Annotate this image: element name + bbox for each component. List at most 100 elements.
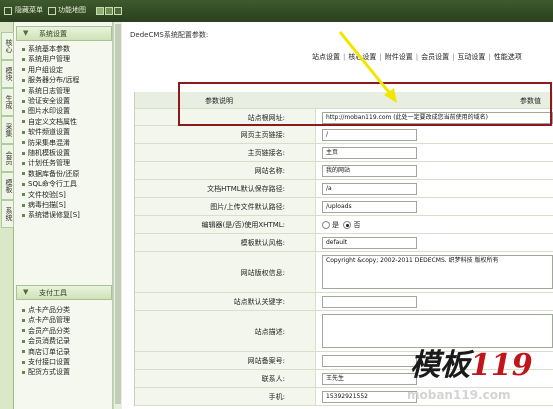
param-label: 主页链接名: [247,149,285,157]
bullet-icon [22,99,25,103]
payment-tools-header[interactable]: ▼ 支付工具 [16,285,112,300]
bullet-icon [22,172,25,176]
param-label: 站点默认关键字: [233,298,285,306]
menu-item[interactable]: 数据库备份/还原 [22,169,79,179]
settings-tab[interactable]: 核心设置 [348,53,376,61]
tab-separator: | [452,53,455,61]
menu-item[interactable]: 系统基本参数 [22,44,70,54]
param-label-cell: 联系人: [135,370,316,387]
menu-icon[interactable] [4,7,12,15]
param-input[interactable]: 我的网站 [322,165,417,177]
menu-item[interactable]: 系统错误修复[S] [22,210,80,220]
menu-item-label: 防采集串混淆 [28,138,70,147]
settings-tabs: 站点设置 | 核心设置 | 附件设置 | 会员设置 | 互动设置 | 性能选项 [312,52,522,62]
bullet-icon [22,78,25,82]
menu-item-label: 服务器分布/远程 [28,76,80,85]
menu-item-label: 图片水印设置 [28,107,70,116]
settings-tab[interactable]: 会员设置 [421,53,449,61]
menu-item[interactable]: 商店订单记录 [22,347,70,357]
tab-module[interactable]: 模块 [1,60,14,88]
tab-generate[interactable]: 生成 [1,88,14,116]
menu-item-label: 用户组设定 [28,65,63,74]
param-input[interactable]: 主页 [322,147,417,159]
menu-item[interactable]: 防采集串混淆 [22,138,70,148]
menu-item[interactable]: 软件频道设置 [22,127,70,137]
radio-yes[interactable] [322,221,330,229]
param-input[interactable]: / [322,129,417,141]
menu-item[interactable]: 支付接口设置 [22,357,70,367]
param-label-cell: 站点描述: [135,311,316,351]
table-row: 主页链接名: 主页 [135,144,553,162]
bullet-icon [22,130,25,134]
hide-menu-link[interactable]: 隐藏菜单 [15,5,43,15]
menu-item[interactable]: 点卡产品管理 [22,315,70,325]
function-map-link[interactable]: 功能地图 [58,5,86,15]
param-input[interactable]: /a [322,183,417,195]
tab-member[interactable]: 会员 [1,144,14,172]
param-input[interactable]: Copyright &copy; 2002-2011 DEDECMS. 织梦科技… [322,255,553,289]
menu-item[interactable]: 会员产品分类 [22,326,70,336]
radio-no[interactable] [343,221,352,229]
bullet-icon [22,339,25,343]
menu-item-label: 系统用户管理 [28,55,70,64]
tab-template[interactable]: 模板 [1,172,14,200]
menu-item-label: 配货方式设置 [28,368,70,377]
tab-core[interactable]: 核心 [1,32,14,60]
param-input[interactable] [322,296,417,308]
menu-item[interactable]: 服务器分布/远程 [22,75,79,85]
param-input[interactable]: 15392921552 [322,391,417,403]
menu-item[interactable]: 点卡产品分类 [22,305,70,315]
menu-item-label: 数据库备份/还原 [28,169,80,178]
param-label-cell: 图片/上传文件默认路径: [135,198,316,215]
bullet-icon [22,161,25,165]
bullet-icon [22,360,25,364]
tab-system[interactable]: 系统 [1,200,14,228]
param-input[interactable] [322,355,417,367]
menu-item-label: 自定义文档属性 [28,117,77,126]
bullet-icon [22,120,25,124]
bullet-icon [22,182,25,186]
param-value-cell: /uploads [316,198,553,215]
bullet-icon [22,151,25,155]
settings-tab[interactable]: 站点设置 [312,53,340,61]
menu-item[interactable]: 随机模板设置 [22,148,70,158]
param-label-cell: 网站名称: [135,162,316,179]
menu-item[interactable]: 病毒扫描[S] [22,200,66,210]
menu-item[interactable]: 会员消费记录 [22,336,70,346]
bullet-icon [22,89,25,93]
param-value-cell [316,293,553,310]
menu-item-label: 点卡产品管理 [28,316,70,325]
menu-item[interactable]: 配货方式设置 [22,367,70,377]
settings-tab[interactable]: 附件设置 [385,53,413,61]
menu-item[interactable]: 用户组设定 [22,65,63,75]
tab-separator: | [379,53,382,61]
menu-item-label: 系统日志管理 [28,86,70,95]
menu-item[interactable]: 系统用户管理 [22,54,70,64]
view-icon-3[interactable] [114,7,122,15]
param-input[interactable]: 王先生 [322,373,417,385]
scroll-thumb[interactable] [115,24,121,404]
table-row: 编辑器(是/否)使用XHTML: 是 否 [135,216,553,234]
collapse-arrow-icon: ▼ [23,29,29,37]
param-input[interactable]: default [322,237,417,249]
map-icon[interactable] [48,7,56,15]
bullet-icon [22,203,25,207]
menu-item[interactable]: 文件校验[S] [22,190,66,200]
menu-item[interactable]: 验证安全设置 [22,96,70,106]
system-settings-header[interactable]: ▼ 系统设置 [16,26,112,41]
settings-tab[interactable]: 性能选项 [494,53,522,61]
param-label: 网站名称: [254,167,285,175]
view-icon-2[interactable] [105,7,113,15]
tab-collect[interactable]: 采集 [1,116,14,144]
menu-item[interactable]: 图片水印设置 [22,106,70,116]
param-input[interactable]: /uploads [322,201,417,213]
menu-item[interactable]: 计划任务管理 [22,158,70,168]
bullet-icon [22,193,25,197]
param-label: 网站备案号: [247,357,285,365]
menu-item[interactable]: 系统日志管理 [22,86,70,96]
menu-scrollbar[interactable] [113,22,122,409]
menu-item[interactable]: SQL命令行工具 [22,179,77,189]
settings-tab[interactable]: 互动设置 [457,53,485,61]
view-icon-1[interactable] [96,7,104,15]
menu-item[interactable]: 自定义文档属性 [22,117,77,127]
